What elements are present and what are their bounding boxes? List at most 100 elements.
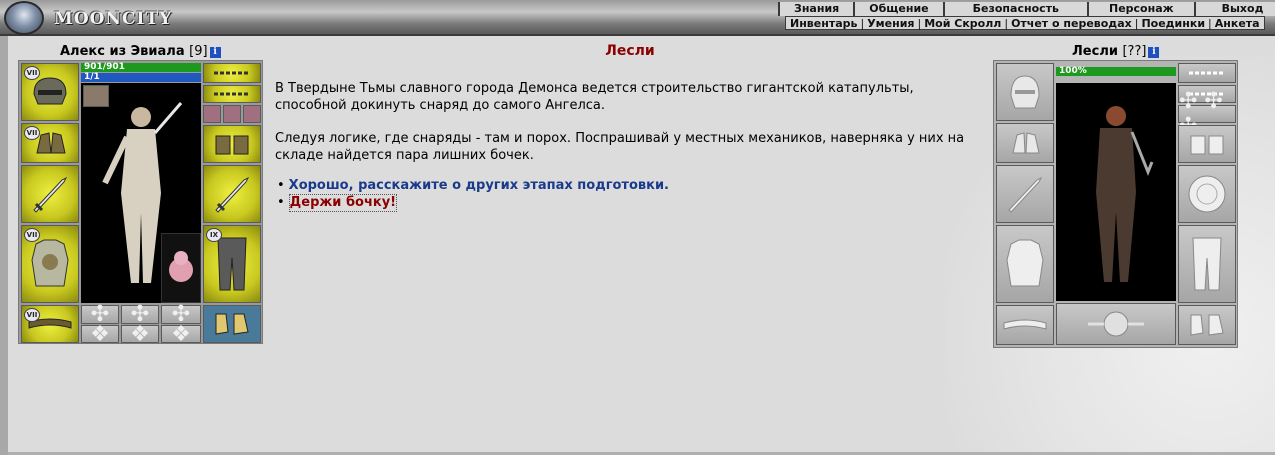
submenu-inventory[interactable]: Инвентарь <box>790 17 857 30</box>
npc-level: [??] <box>1122 44 1147 59</box>
chain-icon <box>214 92 250 96</box>
npc-dialog-title: Лесли <box>605 43 655 59</box>
rune-slot-1[interactable]: ❖ <box>81 322 119 347</box>
armor-icon <box>1006 239 1044 287</box>
submenu-transfer-report[interactable]: Отчет о переводах <box>1011 17 1132 30</box>
chain-icon <box>214 71 250 75</box>
player-hp-bar: 901/901 <box>81 63 201 72</box>
left-frame-edge <box>0 36 8 455</box>
info-icon[interactable]: i <box>1148 47 1160 58</box>
potion-slot-3[interactable] <box>243 105 261 123</box>
player-name: Алекс из Эвиала <box>60 44 185 59</box>
necklace-slot[interactable] <box>203 63 261 83</box>
npc-belt-slot <box>996 305 1054 345</box>
player-mp-bar: 1/1 <box>81 73 201 82</box>
npc-shield-slot <box>1178 165 1236 223</box>
boots-icon <box>215 313 249 335</box>
sword-icon <box>215 176 250 213</box>
submenu-duels[interactable]: Поединки <box>1141 17 1205 30</box>
rune-slot-2[interactable]: ❖ <box>121 322 159 347</box>
level-badge: VII <box>24 66 40 80</box>
emblem-icon <box>1088 311 1144 337</box>
bracers-icon <box>215 135 249 155</box>
sub-menu: Инвентарь | Умения | Мой Скролл | Отчет о п… <box>785 16 1265 30</box>
npc-potion-slot: ✣ ✣ ✣ <box>1178 89 1236 139</box>
npc-bracers-slot <box>1178 125 1236 163</box>
pet-icon <box>169 251 193 282</box>
npc-hp-bar: 100% <box>1056 67 1176 76</box>
bullet: • <box>277 195 285 210</box>
bracers-slot[interactable] <box>203 125 261 163</box>
potion-slot-2[interactable] <box>223 105 241 123</box>
npc-name-line: Лесли [??] i <box>1072 44 1160 59</box>
helmet-slot[interactable]: VII <box>21 63 79 121</box>
npc-rune-slot <box>1056 303 1176 345</box>
armor-slot[interactable]: VII <box>21 225 79 303</box>
belt-icon <box>1003 319 1047 330</box>
chain-icon <box>1189 71 1225 75</box>
npc-helmet-slot <box>996 63 1054 121</box>
player-name-line: Алекс из Эвиала [9] i <box>60 44 221 59</box>
dialog-paragraph-2: Следуя логике, где снаряды - там и порох… <box>275 131 965 163</box>
menu-knowledge[interactable]: Знания <box>780 2 854 16</box>
menu-exit[interactable]: Выход <box>1195 2 1275 16</box>
mooncity-emblem-icon <box>4 1 44 35</box>
answer-row: • Держи бочку! <box>277 194 669 212</box>
level-badge: VII <box>24 308 40 322</box>
submenu-skills[interactable]: Умения <box>867 17 914 30</box>
main-menu: Знания Общение Безопасность Персонаж Вых… <box>778 2 1275 16</box>
info-icon[interactable]: i <box>209 47 221 58</box>
sword-icon <box>33 176 68 213</box>
answer-other-stages-link[interactable]: Хорошо, расскажите о других этапах подго… <box>289 178 669 194</box>
amulet-slot[interactable] <box>203 85 261 103</box>
dialog-text: В Твердыне Тьмы славного города Демонса … <box>275 80 987 180</box>
npc-figure-icon <box>1096 106 1154 282</box>
legs-slot[interactable]: IX <box>203 225 261 303</box>
bullet: • <box>277 178 285 193</box>
level-badge: IX <box>206 228 222 242</box>
helmet-icon <box>1010 75 1040 109</box>
shield-icon <box>1188 175 1226 213</box>
gloves-icon <box>1012 132 1040 154</box>
menu-character[interactable]: Персонаж <box>1089 2 1194 16</box>
npc-gloves-slot <box>996 123 1054 163</box>
rune-slot-3[interactable]: ❖ <box>161 322 201 347</box>
answer-row: • Хорошо, расскажите о других этапах под… <box>277 178 669 194</box>
potion-slot-1[interactable] <box>203 105 221 123</box>
npc-avatar <box>1056 83 1176 301</box>
top-bar: MOONCITY Знания Общение Безопасность Пер… <box>0 0 1275 36</box>
logo-text: MOONCITY <box>54 9 173 29</box>
level-badge: VII <box>24 126 40 140</box>
submenu-my-scroll[interactable]: Мой Скролл <box>924 17 1001 30</box>
answer-give-barrel-link[interactable]: Держи бочку! <box>288 194 398 212</box>
dialog-answers: • Хорошо, расскажите о других этапах под… <box>277 178 669 212</box>
armor-icon <box>31 239 69 287</box>
sword-icon <box>1008 176 1043 213</box>
pet-slot[interactable] <box>161 233 201 303</box>
level-badge: VII <box>24 228 40 242</box>
boots-icon <box>1190 314 1224 336</box>
npc-name: Лесли <box>1072 44 1118 59</box>
greaves-icon <box>217 237 247 291</box>
boots-slot[interactable] <box>203 305 261 343</box>
submenu-profile[interactable]: Анкета <box>1215 17 1260 30</box>
weapon-slot[interactable] <box>21 165 79 223</box>
player-equipment-panel: VII VII VII VII 901/901 1/1 ✣ ✣ ✣ ❖ ❖ ❖ <box>18 60 263 347</box>
npc-armor-slot <box>996 225 1054 303</box>
dialog-paragraph-1: В Твердыне Тьмы славного города Демонса … <box>275 81 914 113</box>
bracers-icon <box>1190 135 1224 155</box>
menu-communication[interactable]: Общение <box>855 2 943 16</box>
greaves-icon <box>1192 237 1222 291</box>
npc-weapon-slot <box>996 165 1054 223</box>
belt-slot[interactable]: VII <box>21 305 79 343</box>
npc-equipment-panel: 100% ✣ ✣ ✣ <box>993 60 1238 348</box>
menu-security[interactable]: Безопасность <box>944 2 1087 16</box>
npc-legs-slot <box>1178 225 1236 303</box>
gloves-slot[interactable]: VII <box>21 123 79 163</box>
helmet-icon <box>33 77 67 105</box>
effect-slot[interactable] <box>83 85 109 107</box>
player-level: [9] <box>189 44 208 59</box>
npc-boots-slot <box>1178 305 1236 345</box>
npc-necklace-slot <box>1178 63 1236 83</box>
offhand-slot[interactable] <box>203 165 261 223</box>
